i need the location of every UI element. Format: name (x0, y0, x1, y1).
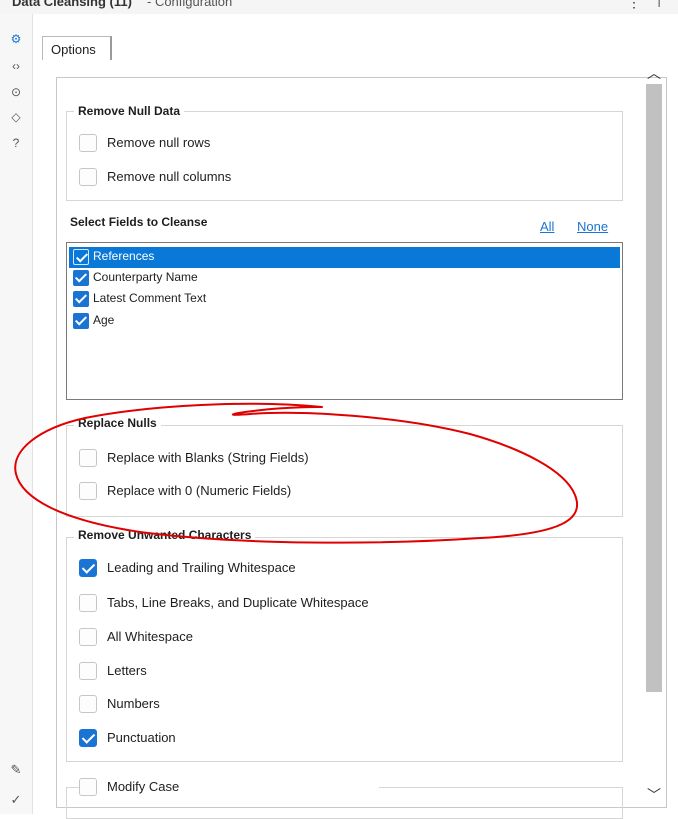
option-label: Leading and Trailing Whitespace (107, 560, 296, 575)
field-checkbox[interactable] (73, 270, 89, 286)
all-whitespace-checkbox[interactable] (79, 628, 97, 646)
letters-checkbox[interactable] (79, 662, 97, 680)
circle-target-icon[interactable]: ⊙ (0, 81, 32, 103)
pencil-icon[interactable]: ✎ (0, 762, 32, 778)
pin-icon[interactable]: ⊤ (653, 0, 665, 11)
config-sidebar: ⚙ ‹› ⊙ ◇ ? ✎ ✓ (0, 14, 33, 814)
tag-icon[interactable]: ◇ (0, 106, 32, 128)
tab-strip: Options (42, 36, 116, 62)
field-label: Latest Comment Text (93, 291, 207, 305)
list-item[interactable]: Latest Comment Text (69, 289, 620, 310)
field-checkbox[interactable] (73, 249, 89, 265)
scroll-thumb[interactable] (646, 84, 662, 692)
modify-case-checkbox[interactable] (79, 778, 97, 796)
remove-null-columns-checkbox[interactable] (79, 168, 97, 186)
remove-null-title: Remove Null Data (74, 104, 185, 118)
all-whitespace-option[interactable]: All Whitespace (79, 628, 529, 650)
numbers-option[interactable]: Numbers (79, 695, 529, 717)
list-item[interactable]: References (69, 247, 620, 268)
option-label: Remove null columns (107, 169, 232, 184)
kebab-menu-icon[interactable]: ⋮ (627, 0, 641, 11)
field-list[interactable]: References Counterparty Name Latest Comm… (66, 242, 623, 400)
option-label: Numbers (107, 696, 160, 711)
replace-zero-checkbox[interactable] (79, 482, 97, 500)
help-icon[interactable]: ? (0, 132, 32, 154)
punctuation-option[interactable]: Punctuation (79, 729, 529, 751)
remove-null-rows-checkbox[interactable] (79, 134, 97, 152)
tab-options[interactable]: Options (42, 36, 112, 60)
select-none-link[interactable]: None (577, 219, 608, 234)
letters-option[interactable]: Letters (79, 662, 529, 684)
replace-blanks-checkbox[interactable] (79, 449, 97, 467)
tabs-linebreaks-option[interactable]: Tabs, Line Breaks, and Duplicate Whitesp… (79, 594, 529, 616)
select-all-link[interactable]: All (540, 219, 554, 234)
code-icon[interactable]: ‹› (0, 55, 32, 77)
scroll-up-icon[interactable]: ︿ (643, 62, 665, 84)
replace-zero-option[interactable]: Replace with 0 (Numeric Fields) (79, 482, 479, 504)
title-bar: Data Cleansing (11) - Configuration ⋮ ⊤ (0, 0, 678, 14)
list-item[interactable]: Age (69, 311, 620, 332)
window-subtitle: - Configuration (147, 0, 233, 9)
remove-null-columns-option[interactable]: Remove null columns (79, 168, 379, 190)
leading-trailing-checkbox[interactable] (79, 559, 97, 577)
field-checkbox[interactable] (73, 313, 89, 329)
punctuation-checkbox[interactable] (79, 729, 97, 747)
option-label: Remove null rows (107, 135, 211, 150)
field-checkbox[interactable] (73, 291, 89, 307)
field-label: Counterparty Name (93, 270, 198, 284)
option-label: All Whitespace (107, 629, 193, 644)
option-label: Replace with Blanks (String Fields) (107, 450, 309, 465)
remove-chars-title: Remove Unwanted Characters (74, 528, 256, 542)
remove-null-rows-option[interactable]: Remove null rows (79, 134, 379, 156)
option-label: Letters (107, 663, 147, 678)
option-label: Replace with 0 (Numeric Fields) (107, 483, 292, 498)
option-label: Punctuation (107, 730, 176, 745)
numbers-checkbox[interactable] (79, 695, 97, 713)
field-label: Age (93, 313, 115, 327)
leading-trailing-option[interactable]: Leading and Trailing Whitespace (79, 559, 529, 581)
gear-icon[interactable]: ⚙ (0, 28, 32, 50)
window-title: Data Cleansing (11) (12, 0, 132, 9)
vertical-scrollbar[interactable]: ︿ ﹀ (643, 62, 665, 806)
option-label: Tabs, Line Breaks, and Duplicate Whitesp… (107, 595, 369, 610)
list-item[interactable]: Counterparty Name (69, 268, 620, 289)
scroll-down-icon[interactable]: ﹀ (643, 784, 665, 806)
modify-case-option[interactable]: Modify Case (79, 778, 379, 800)
check-circle-icon[interactable]: ✓ (0, 792, 32, 808)
replace-nulls-title: Replace Nulls (74, 416, 161, 430)
tabs-linebreaks-checkbox[interactable] (79, 594, 97, 612)
select-fields-title: Select Fields to Cleanse (70, 215, 208, 229)
field-label: References (93, 249, 155, 263)
option-label: Modify Case (107, 779, 180, 794)
replace-blanks-option[interactable]: Replace with Blanks (String Fields) (79, 449, 479, 471)
